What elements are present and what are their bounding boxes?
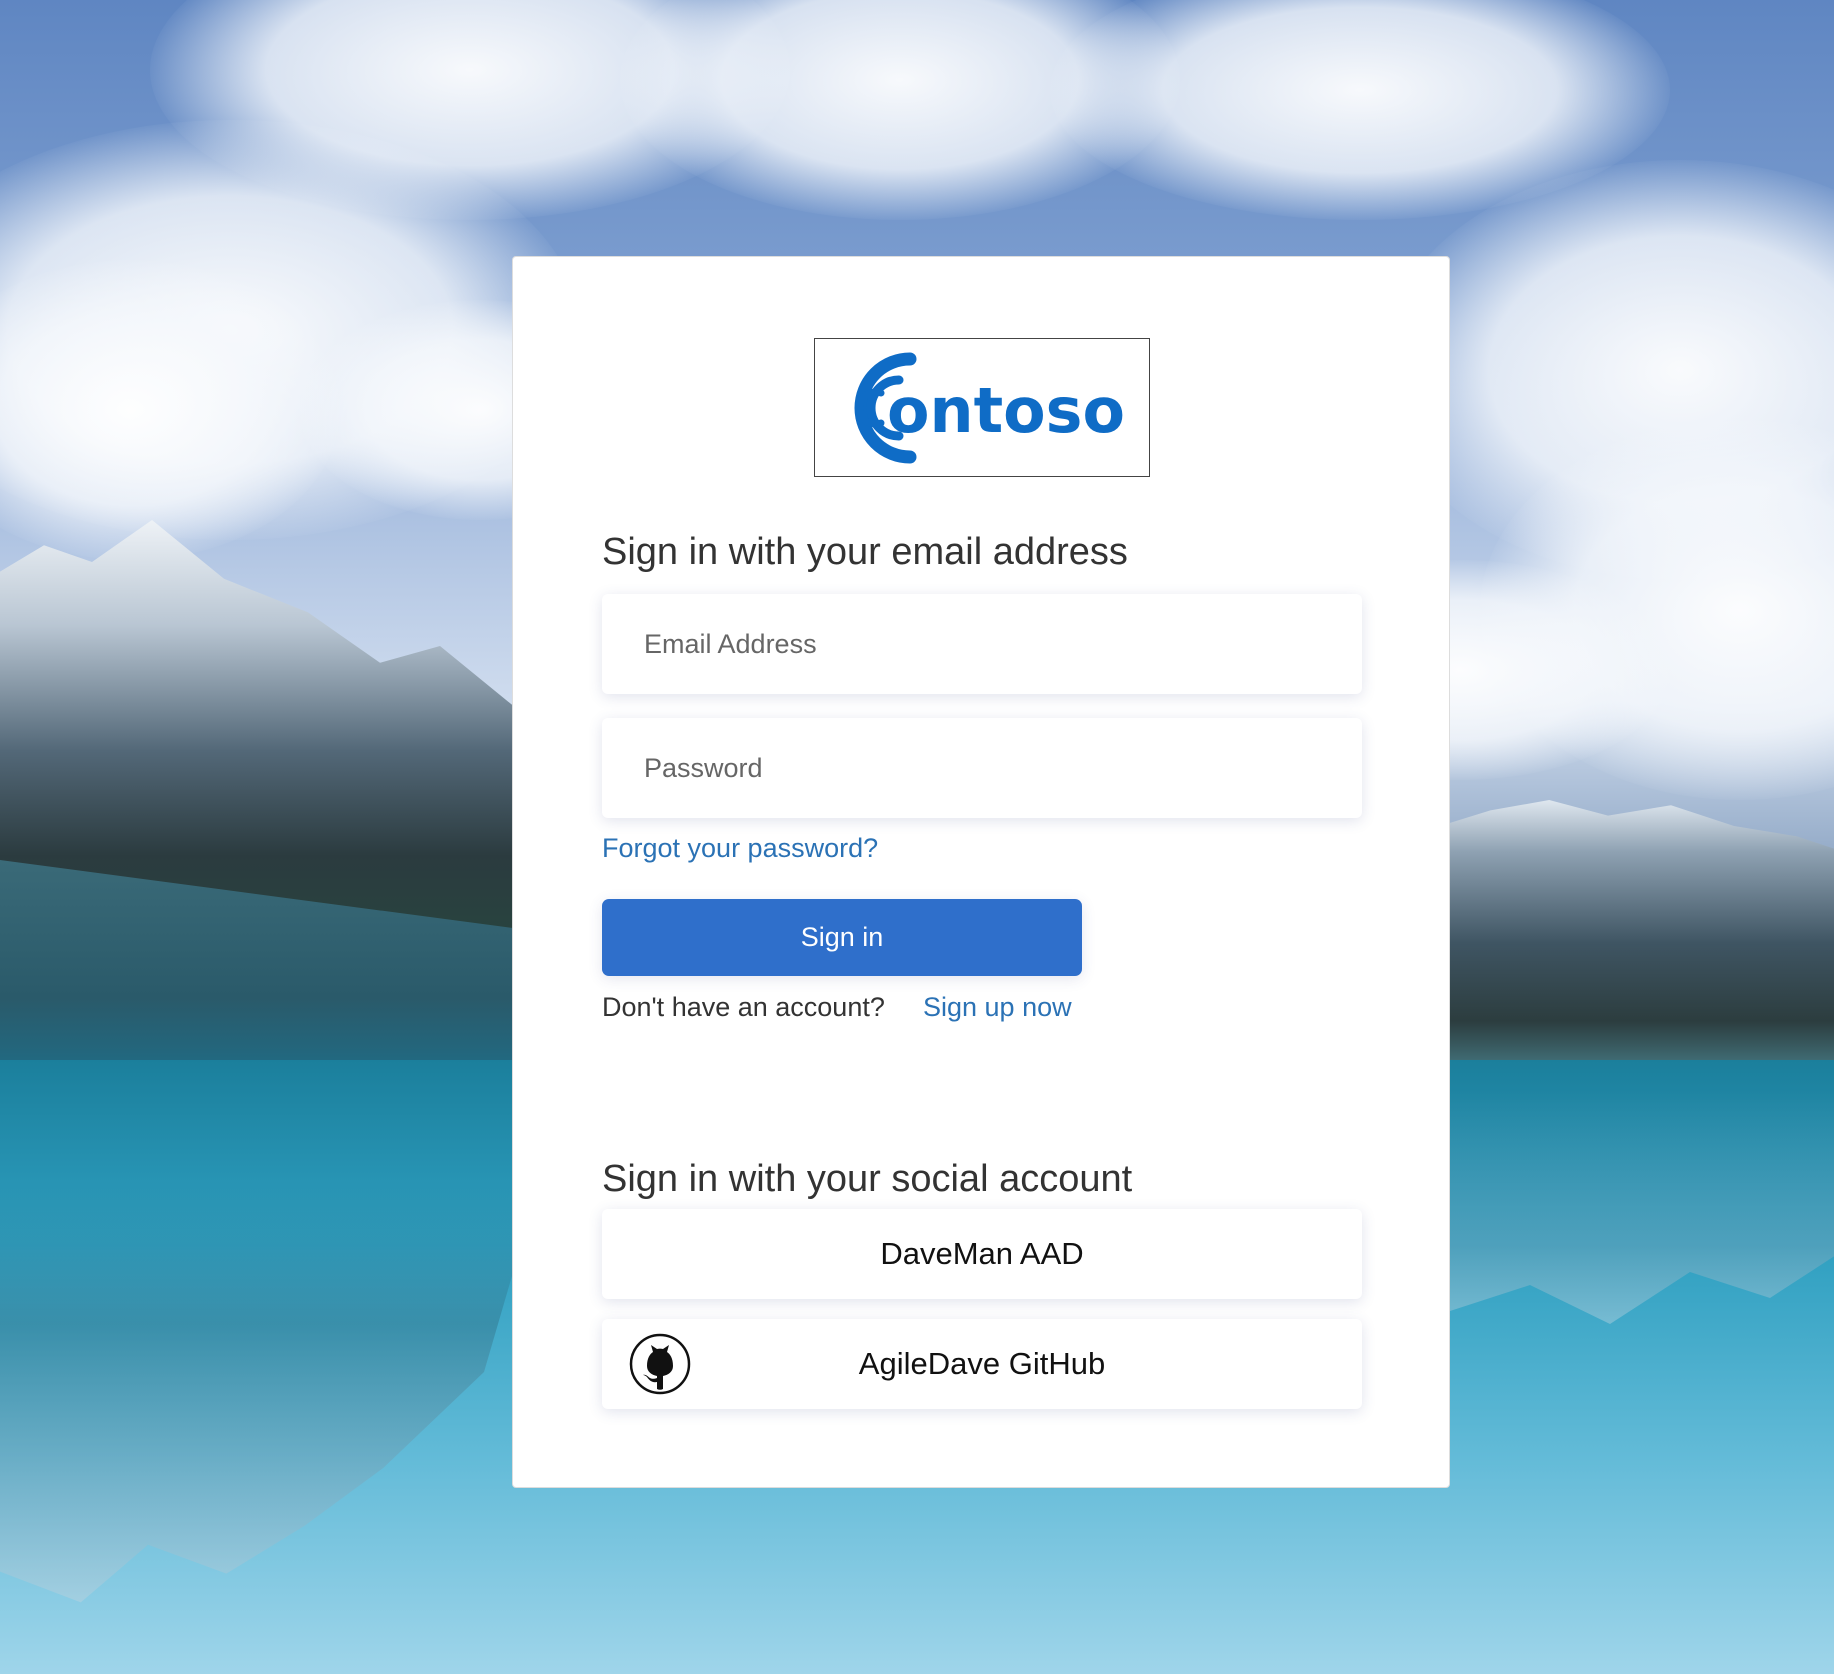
forgot-password-link[interactable]: Forgot your password?	[602, 833, 878, 864]
github-icon	[629, 1333, 691, 1395]
email-field-wrapper	[602, 594, 1362, 694]
right-mountain	[1440, 800, 1834, 1060]
contoso-logo-icon: ontoso	[854, 352, 1125, 464]
local-signin-heading: Sign in with your email address	[602, 531, 1128, 573]
sign-in-card: ontoso Sign in with your email address F…	[512, 256, 1450, 1488]
email-input[interactable]	[602, 594, 1362, 694]
sign-up-link[interactable]: Sign up now	[923, 992, 1072, 1023]
no-account-text: Don't have an account?	[602, 992, 885, 1022]
aad-button-label: DaveMan AAD	[880, 1236, 1084, 1271]
password-input[interactable]	[602, 718, 1362, 818]
social-signin-heading: Sign in with your social account	[602, 1158, 1133, 1200]
aad-signin-button[interactable]: DaveMan AAD	[602, 1209, 1362, 1299]
github-button-label: AgileDave GitHub	[858, 1346, 1106, 1381]
logo-text: ontoso	[887, 374, 1125, 447]
password-field-wrapper	[602, 718, 1362, 818]
github-signin-button[interactable]: AgileDave GitHub	[602, 1319, 1362, 1409]
company-logo: ontoso	[814, 338, 1150, 477]
sign-in-button[interactable]: Sign in	[602, 899, 1082, 976]
